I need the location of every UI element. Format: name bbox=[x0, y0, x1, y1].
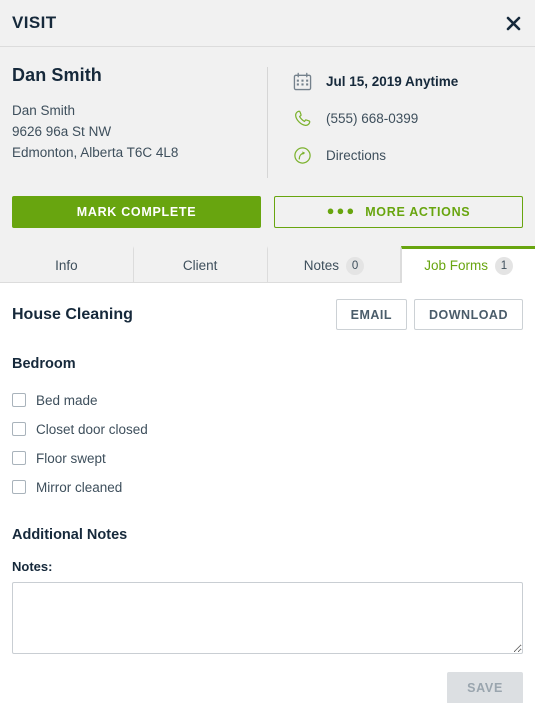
close-button[interactable] bbox=[499, 9, 527, 37]
ellipsis-icon: ●●● bbox=[326, 202, 357, 218]
visit-date-row: Jul 15, 2019 Anytime bbox=[290, 69, 523, 93]
address-line-3: Edmonton, Alberta T6C 4L8 bbox=[12, 145, 179, 160]
tab-job-forms[interactable]: Job Forms 1 bbox=[401, 246, 535, 283]
checklist-item[interactable]: Closet door closed bbox=[12, 415, 523, 443]
checklist-item-label: Floor swept bbox=[36, 450, 106, 466]
job-form-panel: House Cleaning EMAIL DOWNLOAD Bedroom Be… bbox=[0, 283, 535, 654]
tab-notes-label: Notes bbox=[303, 258, 340, 273]
checklist-item[interactable]: Floor swept bbox=[12, 444, 523, 472]
close-icon bbox=[506, 16, 521, 31]
form-header-buttons: EMAIL DOWNLOAD bbox=[335, 299, 523, 330]
email-button[interactable]: EMAIL bbox=[335, 299, 407, 330]
client-name: Dan Smith bbox=[12, 65, 102, 85]
calendar-icon bbox=[290, 69, 314, 93]
save-button[interactable]: SAVE bbox=[447, 672, 523, 703]
address-line-2: 9626 96a St NW bbox=[12, 124, 112, 139]
tab-notes-badge: 0 bbox=[346, 256, 365, 275]
action-buttons: MARK COMPLETE ●●● MORE ACTIONS bbox=[0, 194, 535, 246]
phone-row[interactable]: (555) 668-0399 bbox=[290, 106, 523, 130]
directions-row[interactable]: Directions bbox=[290, 143, 523, 167]
checklist-item-label: Bed made bbox=[36, 392, 98, 408]
modal-header: VISIT bbox=[0, 0, 535, 47]
more-actions-button[interactable]: ●●● MORE ACTIONS bbox=[274, 196, 523, 228]
tab-info-label: Info bbox=[55, 258, 78, 273]
checklist-item[interactable]: Mirror cleaned bbox=[12, 473, 523, 501]
visit-meta: Jul 15, 2019 Anytime (555) 668-0399 Dire… bbox=[268, 65, 523, 180]
checklist-item[interactable]: Bed made bbox=[12, 386, 523, 414]
client-info: Dan Smith Dan Smith 9626 96a St NW Edmon… bbox=[12, 65, 267, 180]
tab-job-forms-badge: 1 bbox=[495, 256, 513, 275]
checklist-item-label: Closet door closed bbox=[36, 421, 148, 437]
phone-icon bbox=[290, 106, 314, 130]
tab-info[interactable]: Info bbox=[0, 246, 134, 282]
form-header: House Cleaning EMAIL DOWNLOAD bbox=[12, 299, 523, 330]
section-title: Bedroom bbox=[12, 356, 76, 372]
visit-summary: Dan Smith Dan Smith 9626 96a St NW Edmon… bbox=[0, 47, 535, 194]
visit-modal: VISIT Dan Smith Dan Smith 9626 96a St NW… bbox=[0, 0, 535, 703]
notes-field-label: Notes: bbox=[12, 559, 53, 574]
address-line-1: Dan Smith bbox=[12, 103, 76, 118]
directions-label: Directions bbox=[326, 147, 387, 163]
tab-notes[interactable]: Notes 0 bbox=[267, 246, 402, 282]
checkbox-closet-door-closed[interactable] bbox=[12, 422, 26, 436]
phone-number: (555) 668-0399 bbox=[326, 110, 419, 126]
page-title: VISIT bbox=[12, 13, 57, 32]
directions-icon bbox=[290, 143, 314, 167]
more-actions-label: MORE ACTIONS bbox=[365, 205, 471, 219]
form-footer: SAVE bbox=[0, 654, 535, 703]
notes-input[interactable] bbox=[12, 582, 523, 654]
download-button[interactable]: DOWNLOAD bbox=[414, 299, 523, 330]
checkbox-mirror-cleaned[interactable] bbox=[12, 480, 26, 494]
checkbox-bed-made[interactable] bbox=[12, 393, 26, 407]
checklist-item-label: Mirror cleaned bbox=[36, 479, 123, 495]
visit-date: Jul 15, 2019 Anytime bbox=[326, 73, 459, 89]
additional-notes-title: Additional Notes bbox=[12, 527, 128, 543]
form-title: House Cleaning bbox=[12, 305, 133, 323]
form-section-bedroom: Bedroom Bed made Closet door closed Floo… bbox=[12, 356, 523, 501]
tab-job-forms-label: Job Forms bbox=[424, 258, 488, 273]
additional-notes-section: Additional Notes Notes: bbox=[12, 527, 523, 654]
tab-bar: Info Client Notes 0 Job Forms 1 bbox=[0, 246, 535, 283]
tab-client-label: Client bbox=[182, 258, 218, 273]
tab-client[interactable]: Client bbox=[133, 246, 268, 282]
mark-complete-button[interactable]: MARK COMPLETE bbox=[12, 196, 261, 228]
checkbox-floor-swept[interactable] bbox=[12, 451, 26, 465]
